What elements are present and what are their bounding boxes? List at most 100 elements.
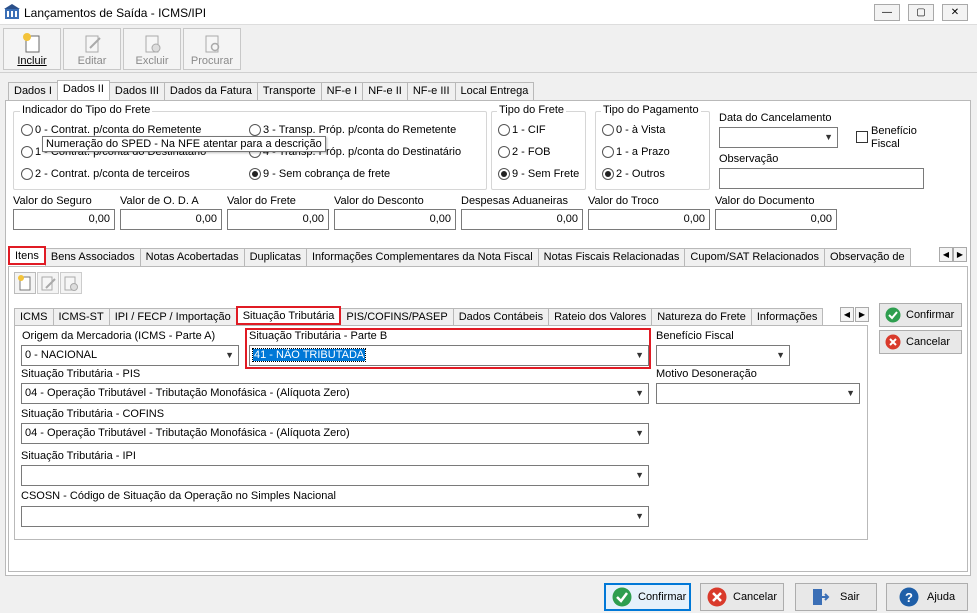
pagamento-outros[interactable]: 2 - Outros <box>602 168 665 180</box>
observacao-field[interactable] <box>719 168 924 189</box>
close-button[interactable]: ✕ <box>942 4 968 21</box>
item-scroll-left-icon[interactable]: ◀ <box>840 307 854 322</box>
cancel-icon <box>707 587 727 607</box>
scroll-right-icon[interactable]: ▶ <box>953 247 967 262</box>
maximize-button[interactable]: ▢ <box>908 4 934 21</box>
origem-select[interactable]: 0 - NACIONAL ▼ <box>21 345 239 366</box>
motivo-select[interactable]: ▼ <box>656 383 860 404</box>
tab-pis-cofins[interactable]: PIS/COFINS/PASEP <box>340 308 454 326</box>
pis-select[interactable]: 04 - Operação Tributável - Tributação Mo… <box>21 383 649 404</box>
chevron-down-icon: ▼ <box>635 511 644 521</box>
footer-cancelar-button[interactable]: Cancelar <box>700 583 784 611</box>
valor-troco-field[interactable]: 0,00 <box>588 209 710 230</box>
tab-local-entrega[interactable]: Local Entrega <box>454 82 535 100</box>
beneficio-fiscal-checkbox-label: Benefício Fiscal <box>871 125 917 150</box>
tab-observacao[interactable]: Observação de <box>824 248 911 266</box>
pagamento-vista-label: 0 - à Vista <box>616 124 666 136</box>
frete-option-2[interactable]: 2 - Contrat. p/conta de terceiros <box>21 168 190 180</box>
data-cancelamento-picker[interactable]: ▼ <box>719 127 838 148</box>
tipo-frete-cif[interactable]: 1 - CIF <box>498 124 546 136</box>
item-cancelar-button[interactable]: Cancelar <box>879 330 962 354</box>
edit-item-icon <box>41 276 56 291</box>
tab-notas-relacionadas[interactable]: Notas Fiscais Relacionadas <box>537 248 686 266</box>
tab-informacoes[interactable]: Informações <box>750 308 824 326</box>
tab-rateio[interactable]: Rateio dos Valores <box>548 308 653 326</box>
ipi-select[interactable]: ▼ <box>21 465 649 486</box>
tab-dados-ii[interactable]: Dados II <box>56 80 110 100</box>
tab-itens[interactable]: Itens <box>8 246 46 265</box>
tab-cupom-sat[interactable]: Cupom/SAT Relacionados <box>684 248 826 266</box>
incluir-button[interactable]: Incluir <box>3 28 61 70</box>
pis-label: Situação Tributária - PIS <box>21 368 141 380</box>
footer-confirmar-button[interactable]: Confirmar <box>604 583 691 611</box>
tab-dados-i[interactable]: Dados I <box>8 82 58 100</box>
pagamento-vista[interactable]: 0 - à Vista <box>602 124 665 136</box>
tipo-frete-fob-label: 2 - FOB <box>512 146 551 158</box>
procurar-button[interactable]: Procurar <box>183 28 241 70</box>
delete-document-icon <box>145 35 161 53</box>
tab-situacao-tributaria[interactable]: Situação Tributária <box>235 306 342 325</box>
situacao-b-select[interactable]: 41 - NÃO TRIBUTADA ▼ <box>249 345 649 366</box>
editar-label: Editar <box>77 55 107 67</box>
scroll-left-icon[interactable]: ◀ <box>939 247 953 262</box>
minimize-button[interactable]: — <box>874 4 900 21</box>
new-item-icon <box>18 275 31 291</box>
chevron-down-icon: ▼ <box>846 388 855 398</box>
tipo-frete-fob[interactable]: 2 - FOB <box>498 146 551 158</box>
item-scroll-right-icon[interactable]: ▶ <box>855 307 869 322</box>
valor-oda-field[interactable]: 0,00 <box>120 209 222 230</box>
valor-documento-field[interactable]: 0,00 <box>715 209 837 230</box>
tipo-frete-sem[interactable]: 9 - Sem Frete <box>498 168 579 180</box>
tab-dados-iii[interactable]: Dados III <box>108 82 165 100</box>
frete-option-9-label: 9 - Sem cobrança de frete <box>263 168 391 180</box>
beneficio-fiscal-checkbox[interactable] <box>856 131 868 143</box>
frete-option-3[interactable]: 3 - Transp. Próp. p/conta do Remetente <box>249 124 456 136</box>
beneficio-select[interactable]: ▼ <box>656 345 790 366</box>
tab-dados-contabeis[interactable]: Dados Contábeis <box>452 308 550 326</box>
csosn-select[interactable]: ▼ <box>21 506 649 527</box>
tab-notas-acobertadas[interactable]: Notas Acobertadas <box>139 248 245 266</box>
frete-option-3-label: 3 - Transp. Próp. p/conta do Remetente <box>263 124 457 136</box>
tab-icms-st[interactable]: ICMS-ST <box>52 308 110 326</box>
valor-troco-label: Valor do Troco <box>588 195 659 207</box>
valor-frete-label: Valor do Frete <box>227 195 296 207</box>
footer-sair-button[interactable]: Sair <box>795 583 877 611</box>
frete-option-9[interactable]: 9 - Sem cobrança de frete <box>249 168 390 180</box>
pagamento-prazo[interactable]: 1 - a Prazo <box>602 146 670 158</box>
despesas-aduaneiras-field[interactable]: 0,00 <box>461 209 583 230</box>
tab-nfe-iii[interactable]: NF-e III <box>406 82 456 100</box>
observacao-label: Observação <box>719 153 779 165</box>
tab-dados-fatura[interactable]: Dados da Fatura <box>163 82 258 100</box>
chevron-down-icon: ▼ <box>776 350 785 360</box>
tab-ipi-fecp[interactable]: IPI / FECP / Importação <box>108 308 237 326</box>
edit-item-button[interactable] <box>37 272 59 294</box>
edit-document-icon <box>85 35 101 53</box>
add-item-button[interactable] <box>14 272 36 294</box>
tab-bens-associados[interactable]: Bens Associados <box>44 248 141 266</box>
cofins-select[interactable]: 04 - Operação Tributável - Tributação Mo… <box>21 423 649 444</box>
item-confirmar-label: Confirmar <box>906 309 955 321</box>
tab-natureza-frete[interactable]: Natureza do Frete <box>651 308 752 326</box>
delete-item-button[interactable] <box>60 272 82 294</box>
editar-button[interactable]: Editar <box>63 28 121 70</box>
chevron-down-icon: ▼ <box>225 350 234 360</box>
ipi-label: Situação Tributária - IPI <box>21 450 136 462</box>
tab-transporte[interactable]: Transporte <box>256 82 322 100</box>
valor-desconto-field[interactable]: 0,00 <box>334 209 456 230</box>
valor-seguro-field[interactable]: 0,00 <box>13 209 115 230</box>
incluir-label: Incluir <box>17 55 47 67</box>
item-confirmar-button[interactable]: Confirmar <box>879 303 962 327</box>
frete-option-0[interactable]: 0 - Contrat. p/conta do Remetente <box>21 124 201 136</box>
footer-ajuda-label: Ajuda <box>927 591 956 603</box>
tab-icms[interactable]: ICMS <box>14 308 54 326</box>
tab-nfe-i[interactable]: NF-e I <box>320 82 364 100</box>
tab-informacoes-complementares[interactable]: Informações Complementares da Nota Fisca… <box>305 248 539 266</box>
valor-frete-field[interactable]: 0,00 <box>227 209 329 230</box>
footer-ajuda-button[interactable]: ? Ajuda <box>886 583 968 611</box>
tab-duplicatas[interactable]: Duplicatas <box>243 248 307 266</box>
tab-nfe-ii[interactable]: NF-e II <box>362 82 408 100</box>
svg-text:?: ? <box>905 590 913 605</box>
origem-label: Origem da Mercadoria (ICMS - Parte A) <box>22 330 216 342</box>
item-tabs-strip: ICMS ICMS-ST IPI / FECP / Importação Sit… <box>14 305 838 327</box>
excluir-button[interactable]: Excluir <box>123 28 181 70</box>
